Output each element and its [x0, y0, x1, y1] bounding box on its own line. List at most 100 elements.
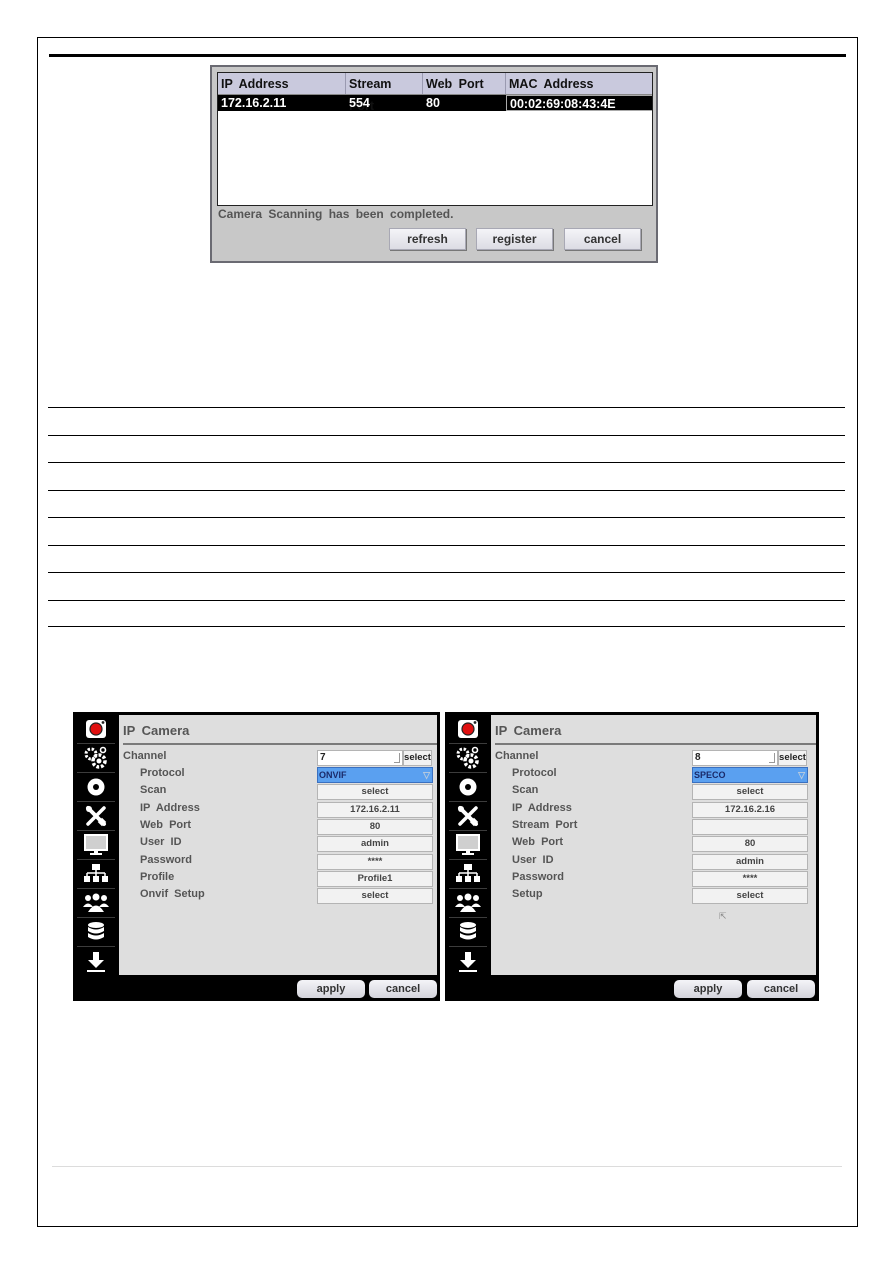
panel-title: IP Camera: [123, 723, 190, 738]
field-label-web-port: Web Port: [140, 818, 192, 831]
setup-select-button[interactable]: select: [692, 888, 808, 905]
sidebar-item-tools[interactable]: [77, 802, 115, 831]
web-port-field[interactable]: 80: [317, 818, 433, 835]
footer-rule: [52, 1166, 842, 1167]
table-row: [48, 434, 845, 463]
onvif-setup-select-button[interactable]: select: [317, 888, 433, 905]
scan-result-row[interactable]: 172.16.2.11 554 80 00:02:69:08:43:4E: [218, 95, 652, 111]
table-row: [48, 489, 845, 518]
user-id-field[interactable]: admin: [317, 836, 433, 853]
sidebar-item-monitor[interactable]: [449, 831, 487, 860]
refresh-button[interactable]: refresh: [389, 228, 466, 250]
table-row: [48, 407, 845, 435]
field-label-password: Password: [140, 853, 192, 866]
protocol-value: SPECO: [694, 770, 726, 780]
channel-select-button[interactable]: select: [778, 750, 807, 766]
scan-select-button[interactable]: select: [317, 784, 433, 801]
sidebar-item-disc[interactable]: [77, 773, 115, 802]
table-row: [48, 572, 845, 600]
field-label-setup: Setup: [512, 888, 543, 901]
sidebar-item-users[interactable]: [449, 889, 487, 918]
protocol-dropdown[interactable]: SPECO ▽: [692, 767, 808, 783]
panel-title: IP Camera: [495, 723, 562, 738]
field-label-ip-address: IP Address: [140, 801, 200, 814]
column-header-stream-port[interactable]: Stream Port: [346, 73, 423, 113]
cell-ip-address: 172.16.2.11: [221, 96, 287, 110]
sidebar-item-download[interactable]: [77, 947, 115, 976]
sidebar-item-record[interactable]: [77, 715, 115, 744]
settings-content: IP Camera Channel 8 select ⇱ Protocol SPE…: [491, 715, 816, 975]
channel-select-button[interactable]: select: [403, 750, 432, 766]
sidebar-item-tools[interactable]: [449, 802, 487, 831]
channel-input[interactable]: 7: [317, 750, 403, 766]
column-header-ip-address[interactable]: IP Address: [218, 73, 346, 94]
field-label-user-id: User ID: [140, 836, 182, 849]
sidebar-item-database[interactable]: [449, 918, 487, 947]
monitor-icon: [456, 834, 480, 856]
network-icon: [83, 863, 109, 885]
spinner-icon: [769, 753, 775, 763]
cancel-button[interactable]: cancel: [564, 228, 641, 250]
sidebar-item-download[interactable]: [449, 947, 487, 976]
scan-results-header: IP Address Stream Port Web Port MAC Addr…: [218, 73, 652, 113]
table-row: [48, 462, 845, 490]
scan-select-button[interactable]: select: [692, 784, 808, 801]
camera-scan-dialog: IP Address Stream Port Web Port MAC Addr…: [210, 65, 658, 263]
settings-gears-icon: [83, 746, 109, 770]
cell-stream-port: 554: [349, 96, 370, 110]
database-icon: [459, 921, 477, 943]
sidebar-item-record[interactable]: [449, 715, 487, 744]
tools-icon: [457, 805, 479, 827]
header-rule: [49, 54, 846, 57]
sidebar-item-database[interactable]: [77, 918, 115, 947]
sidebar-item-settings-gears[interactable]: [77, 744, 115, 773]
sidebar-item-disc[interactable]: [449, 773, 487, 802]
apply-button[interactable]: apply: [297, 980, 365, 998]
column-header-web-port[interactable]: Web Port: [423, 73, 506, 94]
apply-button[interactable]: apply: [674, 980, 742, 998]
ip-camera-panel-onvif: IP Camera Channel 7 select Protocol ONVIF…: [73, 712, 440, 1001]
ip-address-field[interactable]: 172.16.2.11: [317, 801, 433, 818]
password-field[interactable]: ****: [692, 870, 808, 887]
sidebar-item-settings-gears[interactable]: [449, 744, 487, 773]
sidebar-item-network[interactable]: [449, 860, 487, 889]
mouse-cursor-icon: ⇱: [719, 911, 727, 921]
protocol-dropdown[interactable]: ONVIF ▽: [317, 767, 433, 783]
field-label-ip-address: IP Address: [512, 801, 572, 814]
sidebar-item-monitor[interactable]: [77, 831, 115, 860]
password-field[interactable]: ****: [317, 853, 433, 870]
sidebar-item-network[interactable]: [77, 860, 115, 889]
download-icon: [458, 951, 478, 973]
users-icon: [455, 893, 481, 913]
cancel-button[interactable]: cancel: [747, 980, 815, 998]
channel-input[interactable]: 8: [692, 750, 778, 766]
stream-port-field[interactable]: [692, 818, 808, 835]
disc-icon: [86, 777, 106, 797]
database-icon: [87, 921, 105, 943]
scan-results-list[interactable]: IP Address Stream Port Web Port MAC Addr…: [217, 72, 653, 206]
cell-web-port: 80: [426, 96, 440, 110]
cancel-button[interactable]: cancel: [369, 980, 437, 998]
sidebar-item-users[interactable]: [77, 889, 115, 918]
channel-value: 8: [695, 752, 701, 763]
spinner-icon: [394, 753, 400, 763]
scan-status-text: Camera Scanning has been completed.: [218, 207, 454, 221]
user-id-field[interactable]: admin: [692, 853, 808, 870]
network-icon: [455, 863, 481, 885]
tools-icon: [85, 805, 107, 827]
web-port-field[interactable]: 80: [692, 836, 808, 853]
field-label-user-id: User ID: [512, 853, 554, 866]
users-icon: [83, 893, 109, 913]
register-button[interactable]: register: [476, 228, 553, 250]
table-row: [48, 599, 845, 627]
ip-address-field[interactable]: 172.16.2.16: [692, 801, 808, 818]
record-icon: [457, 719, 479, 739]
column-header-mac-address[interactable]: MAC Address: [506, 73, 652, 94]
download-icon: [86, 951, 106, 973]
channel-value: 7: [320, 752, 326, 763]
title-divider: [123, 743, 437, 745]
profile-field[interactable]: Profile1: [317, 870, 433, 887]
disc-icon: [458, 777, 478, 797]
monitor-icon: [84, 834, 108, 856]
field-label-scan: Scan: [140, 784, 167, 797]
